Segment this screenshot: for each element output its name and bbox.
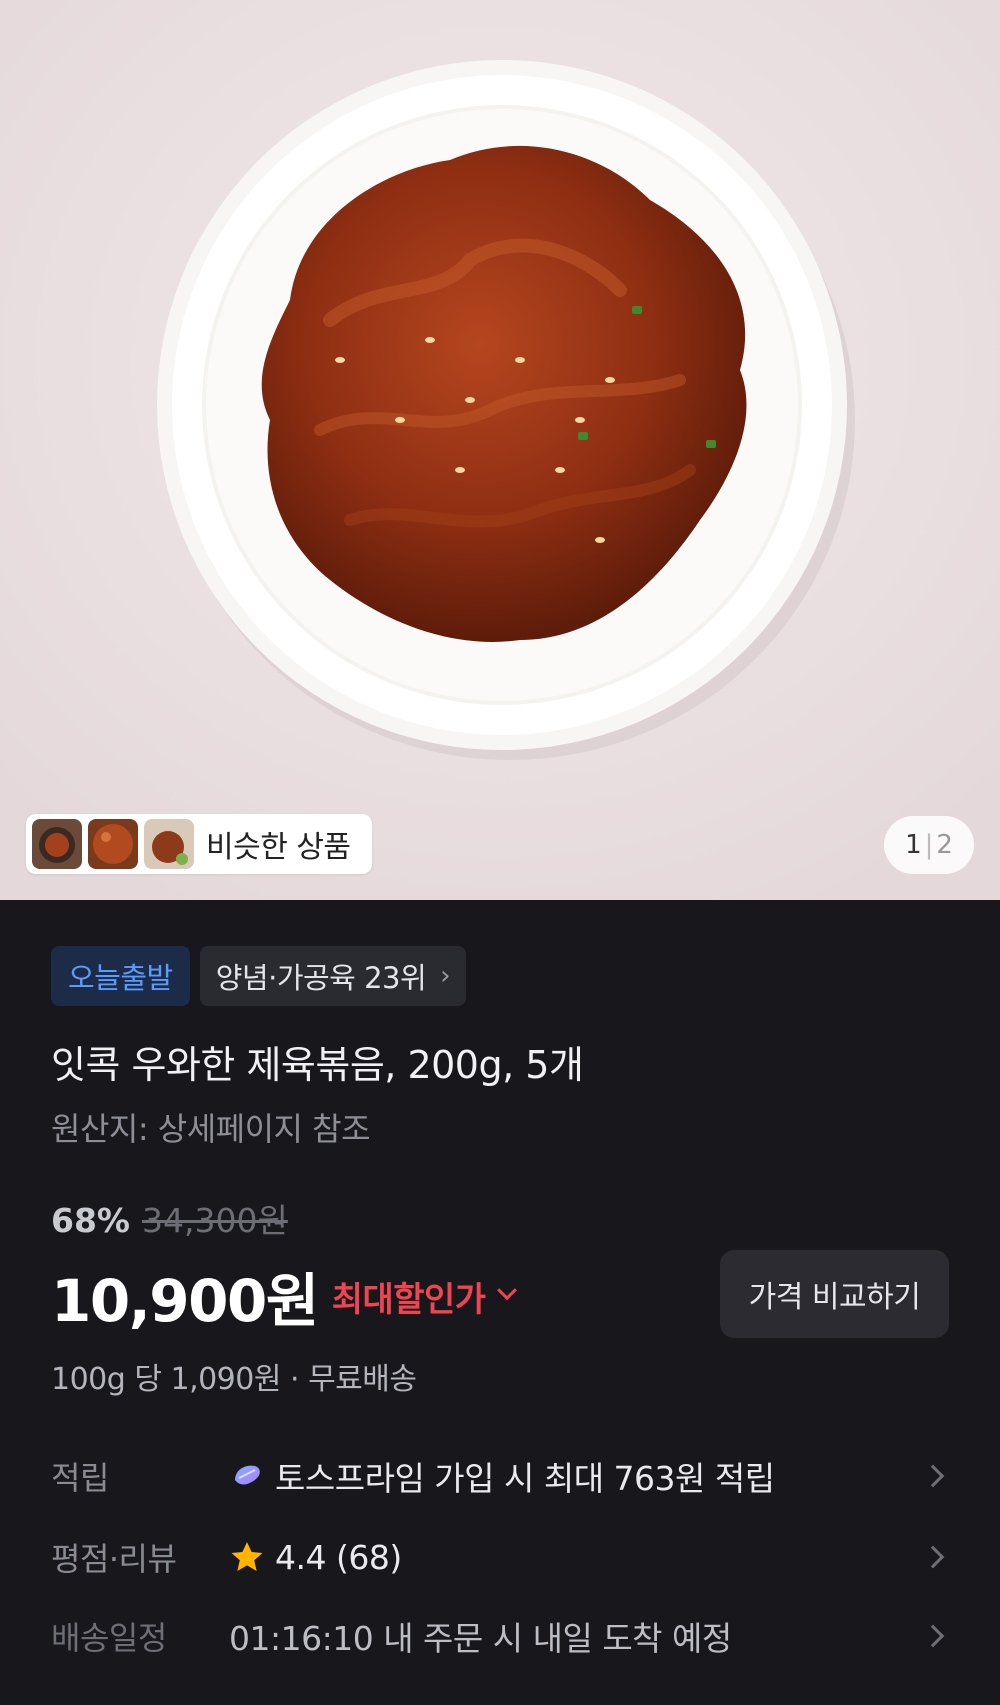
shipping-key: 배송일정: [51, 1619, 167, 1657]
shipping-value: 01:16:10 내 주문 시 내일 도착 예정: [229, 1619, 732, 1658]
product-title: 잇콕 우와한 제육볶음, 200g, 5개: [51, 1043, 584, 1087]
similar-product-thumbnail: [32, 819, 82, 869]
reward-key: 적립: [51, 1459, 109, 1497]
rating-key: 평점·리뷰: [51, 1540, 177, 1578]
today-departure-badge: 오늘출발: [51, 946, 190, 1006]
discount-row: 68% 34,300원: [51, 1194, 288, 1242]
unit-price-shipping: 100g 당 1,090원 · 무료배송: [51, 1362, 417, 1397]
price-row: 10,900원 최대할인가: [51, 1254, 517, 1338]
star-icon: [229, 1539, 265, 1575]
product-image-carousel[interactable]: 비슷한 상품 1 | 2: [0, 0, 1000, 900]
rating-review-row[interactable]: 평점·리뷰 4.4 (68): [51, 1527, 949, 1587]
reward-row[interactable]: 적립 토스프라임 가입 시 최대 763원 적립: [51, 1446, 949, 1506]
rating-value: 4.4 (68): [275, 1537, 402, 1577]
page-total: 2: [936, 830, 953, 860]
product-info-panel: 오늘출발 양념·가공육 23위 › 잇콕 우와한 제육볶음, 200g, 5개 …: [0, 900, 1000, 1705]
similar-products-button[interactable]: 비슷한 상품: [26, 814, 372, 874]
category-rank-badge[interactable]: 양념·가공육 23위 ›: [199, 946, 467, 1006]
max-discount-label: 최대할인가: [331, 1279, 486, 1320]
similar-product-thumbnail: [144, 819, 194, 869]
discount-rate: 68%: [51, 1201, 130, 1240]
price-compare-button[interactable]: 가격 비교하기: [720, 1250, 949, 1338]
chevron-right-icon: [921, 1545, 945, 1569]
product-origin: 원산지: 상세페이지 참조: [51, 1110, 371, 1148]
similar-products-label: 비슷한 상품: [206, 830, 351, 865]
chevron-down-icon: [496, 1280, 517, 1301]
reward-value: 토스프라임 가입 시 최대 763원 적립: [275, 1459, 775, 1498]
max-discount-toggle[interactable]: 최대할인가: [331, 1272, 517, 1321]
chevron-right-icon: [921, 1464, 945, 1488]
original-price: 34,300원: [142, 1201, 288, 1240]
toss-prime-icon: [229, 1458, 265, 1494]
shipping-schedule-row[interactable]: 배송일정 01:16:10 내 주문 시 내일 도착 예정: [51, 1606, 949, 1666]
similar-product-thumbnail: [88, 819, 138, 869]
category-rank-label: 양념·가공육 23위: [215, 961, 427, 995]
badge-row: 오늘출발 양념·가공육 23위 ›: [51, 946, 467, 1006]
page-separator: |: [924, 830, 934, 860]
chevron-right-icon: [921, 1624, 945, 1648]
sale-price: 10,900원: [51, 1267, 319, 1335]
chevron-right-icon: ›: [440, 961, 451, 991]
image-page-indicator: 1 | 2: [884, 816, 974, 874]
product-photo: [0, 0, 1000, 900]
page-current: 1: [905, 830, 922, 860]
